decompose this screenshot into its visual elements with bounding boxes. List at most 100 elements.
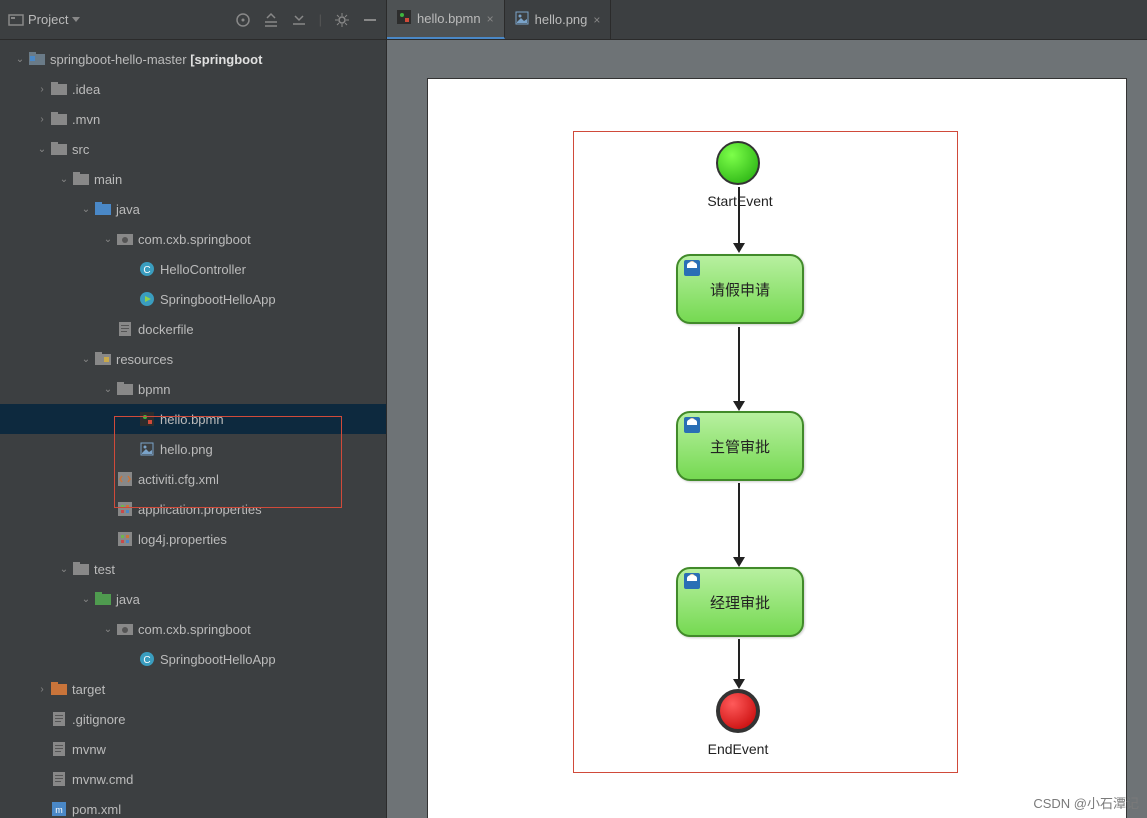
folder-icon — [72, 562, 90, 576]
tree-node-bpmn[interactable]: ⌄ bpmn — [0, 374, 386, 404]
tree-node-label: SpringbootHelloApp — [160, 652, 276, 667]
tree-node-activiti-cfg-xml[interactable]: activiti.cfg.xml — [0, 464, 386, 494]
user-task-1[interactable]: 请假申请 — [676, 254, 804, 324]
tree-node-label: pom.xml — [72, 802, 121, 817]
user-task-3[interactable]: 经理审批 — [676, 567, 804, 637]
tree-node-label: java — [116, 202, 140, 217]
start-event-label: StartEvent — [690, 193, 790, 209]
tree-node-label: application.properties — [138, 502, 262, 517]
tree-node-resources[interactable]: ⌄ resources — [0, 344, 386, 374]
tree-node-label: com.cxb.springboot — [138, 622, 251, 637]
chevron-down-icon[interactable]: ⌄ — [12, 54, 28, 65]
folder-src-icon — [94, 202, 112, 216]
chevron-down-icon[interactable]: ⌄ — [56, 564, 72, 575]
tree-node-java[interactable]: ⌄ java — [0, 194, 386, 224]
tree-node-HelloController[interactable]: CHelloController — [0, 254, 386, 284]
tree-node--gitignore[interactable]: .gitignore — [0, 704, 386, 734]
sequence-flow[interactable] — [738, 187, 740, 251]
tree-node-label: HelloController — [160, 262, 246, 277]
task-label: 请假申请 — [710, 279, 770, 300]
close-icon[interactable]: × — [593, 13, 600, 27]
tree-node-main[interactable]: ⌄ main — [0, 164, 386, 194]
tree-node-src[interactable]: ⌄ src — [0, 134, 386, 164]
tree-node-label: test — [94, 562, 115, 577]
tree-node-com-cxb-springboot[interactable]: ⌄ com.cxb.springboot — [0, 614, 386, 644]
file-icon — [50, 742, 68, 756]
end-event-node[interactable] — [716, 689, 760, 733]
chevron-right-icon[interactable]: › — [34, 684, 50, 695]
bpmn-file-icon — [397, 10, 411, 27]
collapse-icon[interactable] — [291, 12, 307, 28]
tree-node-target[interactable]: › target — [0, 674, 386, 704]
folder-test-icon — [94, 592, 112, 606]
tree-node-hello-bpmn[interactable]: hello.bpmn — [0, 404, 386, 434]
tree-node-pom-xml[interactable]: m pom.xml — [0, 794, 386, 818]
tree-node-label: dockerfile — [138, 322, 194, 337]
tree-node-label: activiti.cfg.xml — [138, 472, 219, 487]
tree-node-label: src — [72, 142, 89, 157]
tree-node-springboot-hello-master[interactable]: ⌄ springboot-hello-master [springboot — [0, 44, 386, 74]
user-task-2[interactable]: 主管审批 — [676, 411, 804, 481]
target-icon[interactable] — [235, 12, 251, 28]
editor-area: StartEvent 请假申请 主管审批 经理审批 EndEvent — [387, 40, 1147, 818]
tree-node-java[interactable]: ⌄java — [0, 584, 386, 614]
package-icon — [116, 232, 134, 246]
tab-hello-png[interactable]: hello.png× — [505, 0, 612, 39]
tree-node-label: main — [94, 172, 122, 187]
folder-icon — [50, 142, 68, 156]
main-area: ⌄ springboot-hello-master [springboot › .id… — [0, 40, 1147, 818]
folder-icon — [50, 82, 68, 96]
tree-node-label: com.cxb.springboot — [138, 232, 251, 247]
start-event-node[interactable] — [716, 141, 760, 185]
user-icon — [684, 573, 700, 589]
tree-node-SpringbootHelloApp[interactable]: SpringbootHelloApp — [0, 284, 386, 314]
tree-node-label: target — [72, 682, 105, 697]
tree-node-test[interactable]: ⌄ test — [0, 554, 386, 584]
project-icon — [8, 12, 24, 28]
tree-node-com-cxb-springboot[interactable]: ⌄ com.cxb.springboot — [0, 224, 386, 254]
chevron-down-icon[interactable]: ⌄ — [78, 204, 94, 215]
chevron-down-icon[interactable]: ⌄ — [34, 144, 50, 155]
tree-node-log4j-properties[interactable]: log4j.properties — [0, 524, 386, 554]
chevron-down-icon — [72, 17, 80, 22]
sequence-flow[interactable] — [738, 327, 740, 409]
tree-node-SpringbootHelloApp[interactable]: C SpringbootHelloApp — [0, 644, 386, 674]
svg-text:m: m — [55, 805, 63, 815]
tree-node--idea[interactable]: › .idea — [0, 74, 386, 104]
chevron-down-icon[interactable]: ⌄ — [78, 354, 94, 365]
tree-node--mvn[interactable]: ›.mvn — [0, 104, 386, 134]
chevron-down-icon[interactable]: ⌄ — [56, 174, 72, 185]
class-run-icon — [138, 292, 156, 306]
svg-text:C: C — [143, 655, 150, 666]
chevron-down-icon[interactable]: ⌄ — [78, 594, 94, 605]
expand-icon[interactable] — [263, 12, 279, 28]
sequence-flow[interactable] — [738, 639, 740, 687]
tree-node-label: resources — [116, 352, 173, 367]
project-tree[interactable]: ⌄ springboot-hello-master [springboot › .id… — [0, 40, 386, 818]
chevron-right-icon[interactable]: › — [34, 114, 50, 125]
project-dropdown[interactable]: Project — [8, 12, 80, 28]
tree-node-hello-png[interactable]: hello.png — [0, 434, 386, 464]
minimize-icon[interactable] — [362, 12, 378, 28]
tab-hello-bpmn[interactable]: hello.bpmn× — [387, 0, 505, 39]
tree-node-dockerfile[interactable]: dockerfile — [0, 314, 386, 344]
project-tree-panel: ⌄ springboot-hello-master [springboot › .id… — [0, 40, 387, 818]
tree-node-mvnw[interactable]: mvnw — [0, 734, 386, 764]
bpmn-canvas[interactable]: StartEvent 请假申请 主管审批 经理审批 EndEvent — [427, 78, 1127, 818]
tree-node-mvnw-cmd[interactable]: mvnw.cmd — [0, 764, 386, 794]
gear-icon[interactable] — [334, 12, 350, 28]
tree-node-label: bpmn — [138, 382, 171, 397]
sequence-flow[interactable] — [738, 483, 740, 565]
tree-node-label: .idea — [72, 82, 100, 97]
user-icon — [684, 417, 700, 433]
bpmn-icon — [138, 412, 156, 426]
folder-icon — [116, 382, 134, 396]
tree-node-label: .gitignore — [72, 712, 125, 727]
chevron-right-icon[interactable]: › — [34, 84, 50, 95]
chevron-down-icon[interactable]: ⌄ — [100, 234, 116, 245]
close-icon[interactable]: × — [487, 12, 494, 26]
tree-node-label: springboot-hello-master [springboot — [50, 52, 262, 67]
chevron-down-icon[interactable]: ⌄ — [100, 384, 116, 395]
tree-node-application-properties[interactable]: application.properties — [0, 494, 386, 524]
chevron-down-icon[interactable]: ⌄ — [100, 624, 116, 635]
